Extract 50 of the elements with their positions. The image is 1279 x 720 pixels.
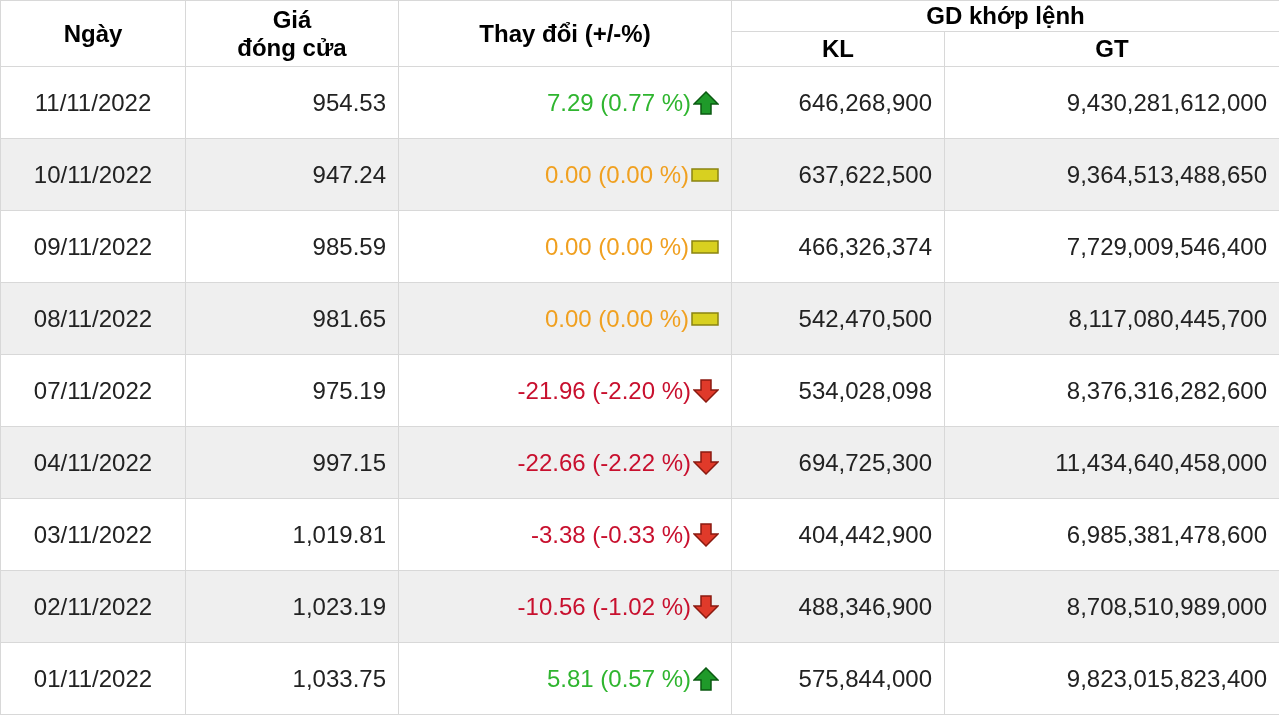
change-value: -10.56 (-1.02 %) — [517, 591, 691, 622]
table-cell: 1,033.75 — [185, 642, 399, 715]
flat-bar-icon — [691, 167, 719, 182]
table-cell: 997.15 — [185, 426, 399, 499]
flat-bar-icon — [691, 239, 719, 254]
flat-bar-icon — [691, 311, 719, 326]
table-cell: 11/11/2022 — [0, 66, 186, 139]
table-cell: 08/11/2022 — [0, 282, 186, 355]
table-cell: 10/11/2022 — [0, 138, 186, 211]
down-arrow-icon — [693, 594, 719, 619]
change-value: 0.00 (0.00 %) — [544, 159, 689, 190]
table-cell: 09/11/2022 — [0, 210, 186, 283]
table-cell: 466,326,374 — [731, 210, 945, 283]
table-cell: 694,725,300 — [731, 426, 945, 499]
table-cell: 04/11/2022 — [0, 426, 186, 499]
table-cell: 07/11/2022 — [0, 354, 186, 427]
down-arrow-icon — [693, 522, 719, 547]
column-header: KL — [731, 31, 945, 67]
table-cell: 954.53 — [185, 66, 399, 139]
table-cell: 534,028,098 — [731, 354, 945, 427]
table-cell: 01/11/2022 — [0, 642, 186, 715]
change-value: -3.38 (-0.33 %) — [530, 519, 691, 550]
table-cell: 1,023.19 — [185, 570, 399, 643]
table-cell: 03/11/2022 — [0, 498, 186, 571]
table-cell: 575,844,000 — [731, 642, 945, 715]
change-value: 0.00 (0.00 %) — [544, 303, 689, 334]
down-arrow-icon — [693, 450, 719, 475]
table-cell: 985.59 — [185, 210, 399, 283]
table-cell: 542,470,500 — [731, 282, 945, 355]
up-arrow-icon — [693, 90, 719, 115]
change-value: -21.96 (-2.20 %) — [517, 375, 691, 406]
table-cell: 02/11/2022 — [0, 570, 186, 643]
table-cell: 981.65 — [185, 282, 399, 355]
change-value: 0.00 (0.00 %) — [544, 231, 689, 262]
column-header: Ngày — [0, 0, 186, 67]
change-value: 7.29 (0.77 %) — [546, 87, 691, 118]
down-arrow-icon — [693, 378, 719, 403]
table-cell: 646,268,900 — [731, 66, 945, 139]
change-value: 5.81 (0.57 %) — [546, 663, 691, 694]
up-arrow-icon — [693, 666, 719, 691]
table-cell: 947.24 — [185, 138, 399, 211]
column-header: Giá đóng cửa — [185, 0, 399, 67]
table-cell: 1,019.81 — [185, 498, 399, 571]
column-header: Thay đổi (+/-%) — [398, 0, 732, 67]
column-group-header: GD khớp lệnh — [731, 0, 1279, 32]
change-value: -22.66 (-2.22 %) — [517, 447, 691, 478]
table-cell: 488,346,900 — [731, 570, 945, 643]
table-cell: 975.19 — [185, 354, 399, 427]
table-cell: 404,442,900 — [731, 498, 945, 571]
table-cell: 637,622,500 — [731, 138, 945, 211]
